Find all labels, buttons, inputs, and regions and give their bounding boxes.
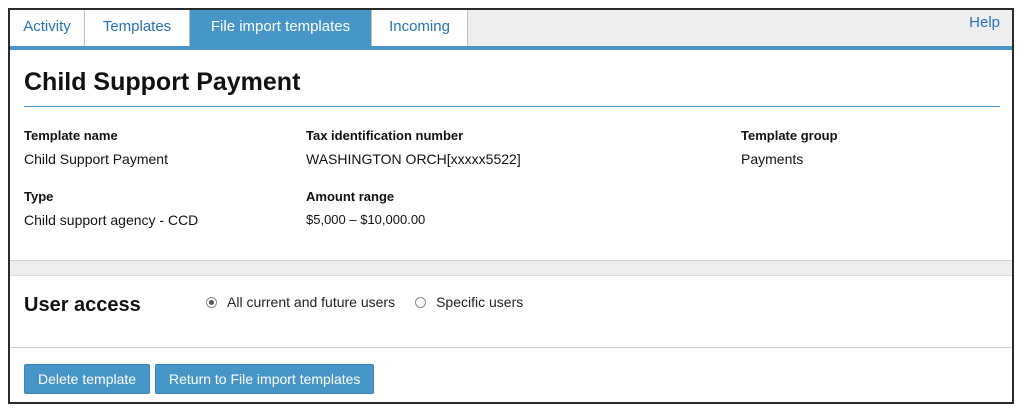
section-divider	[10, 260, 1012, 276]
template-name-field: Template name Child Support Payment	[24, 128, 168, 167]
actions-divider	[10, 347, 1012, 348]
return-to-file-import-templates-button[interactable]: Return to File import templates	[155, 364, 375, 394]
help-link[interactable]: Help	[969, 14, 1000, 31]
radio-all-users-label: All current and future users	[227, 294, 396, 310]
amount-range-label: Amount range	[306, 189, 395, 204]
radio-unselected-icon[interactable]	[415, 296, 427, 308]
tab-activity[interactable]: Activity	[10, 10, 85, 46]
radio-all-users[interactable]: All current and future users	[206, 294, 395, 310]
app-frame: Activity Templates File import templates…	[8, 8, 1014, 404]
template-name-value: Child Support Payment	[24, 151, 168, 167]
radio-selected-icon[interactable]	[206, 296, 217, 308]
page-title: Child Support Payment	[24, 68, 301, 96]
title-divider	[24, 106, 1000, 107]
type-label: Type	[24, 189, 54, 204]
type-value: Child support agency - CCD	[24, 212, 199, 228]
radio-specific-users-label: Specific users	[436, 294, 524, 310]
tax-id-value: WASHINGTON ORCH[xxxxx5522]	[306, 151, 521, 167]
radio-specific-users[interactable]: Specific users	[415, 294, 523, 310]
template-group-label: Template group	[741, 128, 838, 143]
tab-file-import-templates[interactable]: File import templates	[190, 10, 372, 46]
template-name-label: Template name	[24, 128, 118, 143]
delete-template-button[interactable]: Delete template	[24, 364, 151, 394]
type-field: Type Child support agency - CCD	[24, 189, 198, 228]
tab-bar: Activity Templates File import templates…	[10, 10, 1012, 50]
tab-incoming[interactable]: Incoming	[372, 10, 468, 46]
tab-templates[interactable]: Templates	[85, 10, 190, 46]
tax-id-label: Tax identification number	[306, 128, 464, 143]
template-group-field: Template group Payments	[741, 128, 838, 167]
amount-range-field: Amount range $5,000 – $10,000.00	[306, 189, 425, 227]
tax-id-field: Tax identification number WASHINGTON ORC…	[306, 128, 521, 167]
user-access-radio-group: All current and future users Specific us…	[206, 294, 543, 310]
template-group-value: Payments	[741, 151, 804, 167]
amount-range-value: $5,000 – $10,000.00	[306, 212, 426, 227]
user-access-heading: User access	[24, 294, 141, 316]
